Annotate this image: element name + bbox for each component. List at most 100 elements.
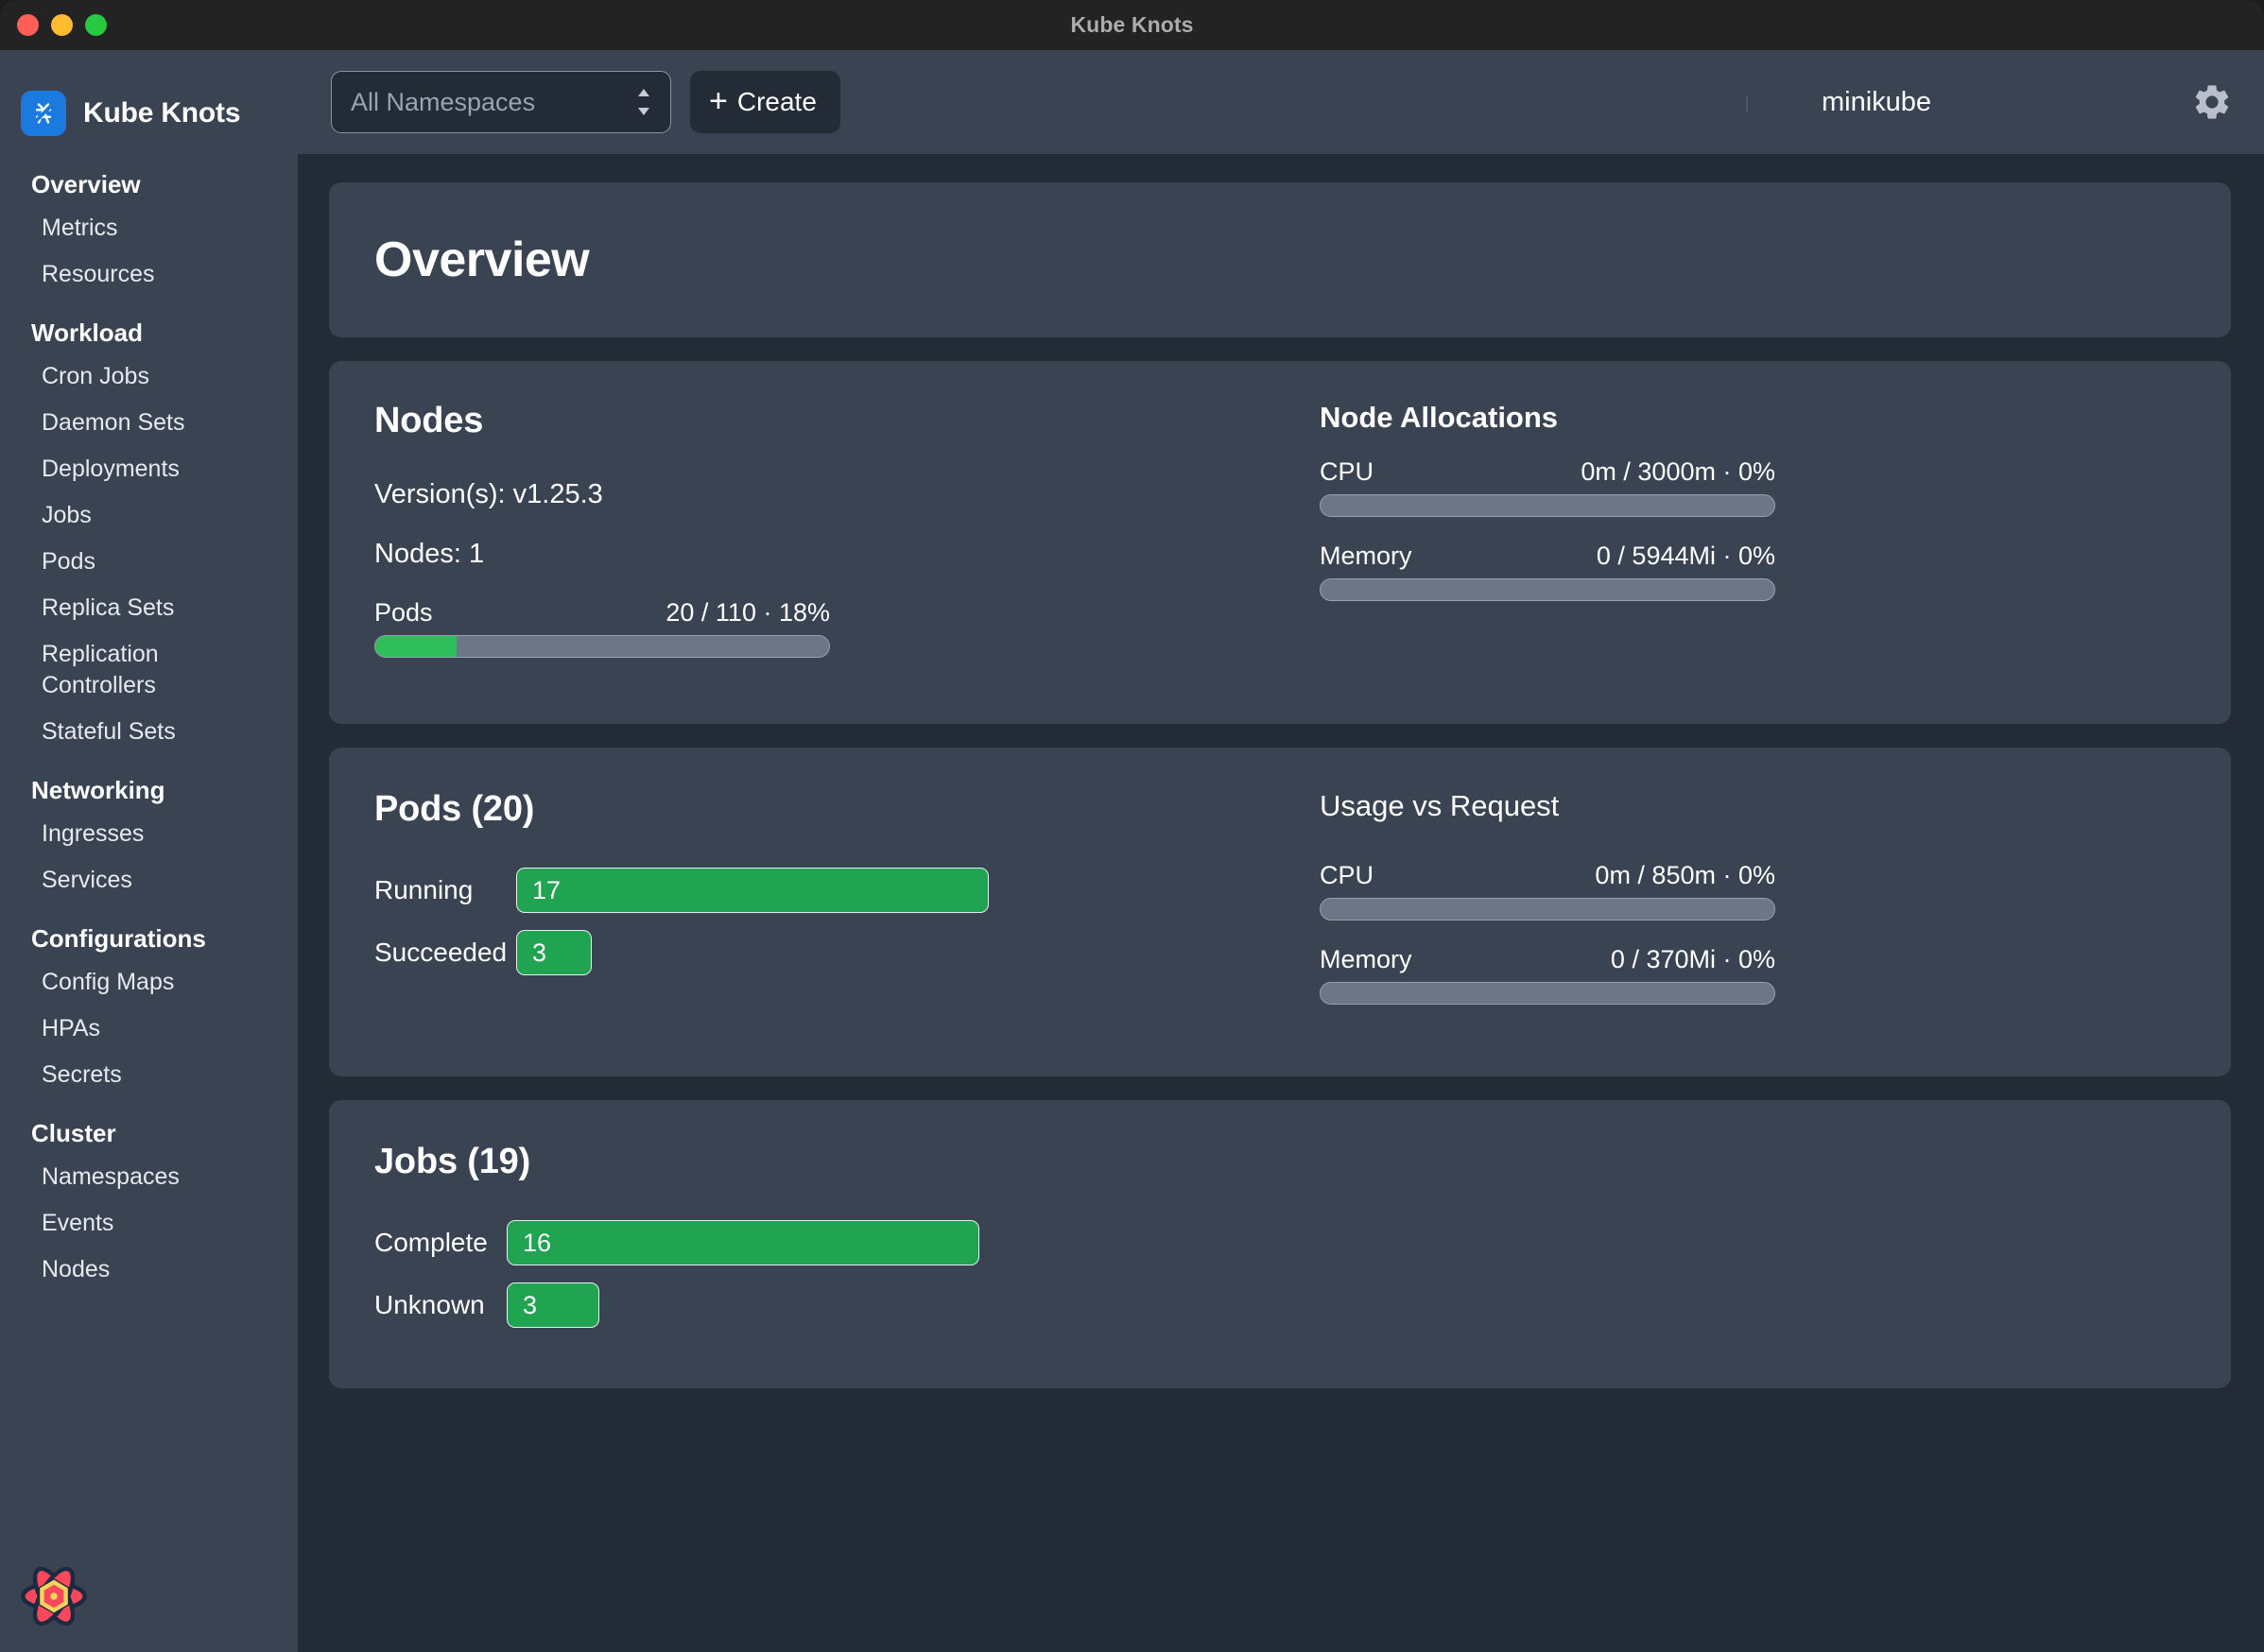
minimize-button[interactable]: [51, 14, 73, 36]
nodes-versions-line: Version(s): v1.25.3: [374, 479, 1282, 510]
page-title: Overview: [374, 232, 589, 288]
jobs-status-complete-label: Complete: [374, 1228, 507, 1258]
title-bar: Kube Knots: [0, 0, 2264, 50]
nodes-card-title: Nodes: [374, 401, 1282, 441]
pods-status-running-count: 17: [532, 876, 561, 905]
pods-capacity-meter-value: 20 / 110 · 18%: [665, 598, 830, 628]
node-allocation-cpu-track: [1320, 494, 1775, 517]
pods-status-running-label: Running: [374, 875, 516, 905]
sidebar-item-services[interactable]: Services: [0, 857, 298, 903]
usage-cpu-meter: CPU 0m / 850m · 0%: [1320, 861, 1775, 921]
nav-group-workload-title: Workload: [0, 318, 298, 353]
usage-memory-label: Memory: [1320, 945, 1412, 974]
sidebar-item-daemon-sets[interactable]: Daemon Sets: [0, 400, 298, 446]
gear-icon[interactable]: [2190, 80, 2234, 124]
jobs-status-unknown-count: 3: [523, 1291, 537, 1320]
usage-vs-request-section: Usage vs Request CPU 0m / 850m · 0%: [1282, 789, 2186, 1029]
brand-name: Kube Knots: [83, 97, 240, 129]
chevron-up-down-icon: [634, 86, 653, 118]
pods-status-running-bar[interactable]: 17: [516, 868, 989, 913]
window-controls: [17, 0, 107, 50]
nav-group-networking-title: Networking: [0, 776, 298, 811]
sidebar-item-replication-controllers[interactable]: Replication Controllers: [0, 631, 298, 709]
jobs-status-unknown-row: Unknown 3: [374, 1282, 1282, 1328]
sidebar-item-hpas[interactable]: HPAs: [0, 1006, 298, 1052]
toolbar-divider: [1746, 95, 1748, 112]
jobs-status-unknown-label: Unknown: [374, 1290, 507, 1320]
sidebar-item-pods[interactable]: Pods: [0, 539, 298, 585]
usage-memory-value: 0 / 370Mi · 0%: [1611, 945, 1775, 974]
node-allocations-section: Node Allocations CPU 0m / 3000m · 0%: [1282, 401, 2186, 682]
pods-capacity-meter-fill: [375, 636, 457, 657]
pods-capacity-meter-track: [374, 635, 830, 658]
jobs-status-complete-row: Complete 16: [374, 1220, 1282, 1265]
jobs-card-left: Jobs (19) Complete 16 Unknown 3: [374, 1142, 1282, 1345]
sidebar-item-events[interactable]: Events: [0, 1200, 298, 1247]
usage-cpu-track: [1320, 898, 1775, 921]
node-allocations-title: Node Allocations: [1320, 401, 2186, 435]
node-allocation-memory-label: Memory: [1320, 542, 1412, 571]
sidebar: Kube Knots Overview Metrics Resources Wo…: [0, 50, 298, 1652]
pods-status-succeeded-label: Succeeded: [374, 938, 516, 968]
jobs-card: Jobs (19) Complete 16 Unknown 3: [329, 1100, 2231, 1388]
close-button[interactable]: [17, 14, 39, 36]
plus-icon: +: [709, 85, 728, 117]
kube-knots-logo-icon: [21, 91, 66, 136]
pods-card: Pods (20) Running 17 Succeeded 3: [329, 748, 2231, 1076]
sidebar-item-deployments[interactable]: Deployments: [0, 446, 298, 492]
app-body: Kube Knots Overview Metrics Resources Wo…: [0, 50, 2264, 1652]
pods-card-left: Pods (20) Running 17 Succeeded 3: [374, 789, 1282, 1029]
sidebar-item-secrets[interactable]: Secrets: [0, 1052, 298, 1098]
sidebar-item-cron-jobs[interactable]: Cron Jobs: [0, 353, 298, 400]
pods-capacity-meter: Pods 20 / 110 · 18%: [374, 598, 830, 658]
node-allocation-cpu-value: 0m / 3000m · 0%: [1581, 457, 1775, 487]
pods-status-succeeded-bar[interactable]: 3: [516, 930, 592, 975]
nodes-count-line: Nodes: 1: [374, 539, 1282, 570]
jobs-card-right: [1282, 1142, 2186, 1345]
sidebar-item-resources[interactable]: Resources: [0, 251, 298, 298]
jobs-status-unknown-bar[interactable]: 3: [507, 1282, 599, 1328]
pods-card-title: Pods (20): [374, 789, 1282, 830]
sidebar-item-ingresses[interactable]: Ingresses: [0, 811, 298, 857]
usage-memory-meter: Memory 0 / 370Mi · 0%: [1320, 945, 1775, 1005]
nodes-card-left: Nodes Version(s): v1.25.3 Nodes: 1 Pods …: [374, 401, 1282, 682]
sidebar-item-metrics[interactable]: Metrics: [0, 205, 298, 251]
create-button[interactable]: + Create: [690, 71, 840, 133]
namespace-select[interactable]: All Namespaces: [331, 71, 671, 133]
jobs-status-complete-bar[interactable]: 16: [507, 1220, 979, 1265]
brand[interactable]: Kube Knots: [0, 50, 298, 142]
sidebar-item-replica-sets[interactable]: Replica Sets: [0, 585, 298, 631]
node-allocation-cpu-meter: CPU 0m / 3000m · 0%: [1320, 457, 1775, 517]
create-button-label: Create: [737, 87, 817, 117]
node-allocation-cpu-label: CPU: [1320, 457, 1374, 487]
nav-group-configurations-title: Configurations: [0, 924, 298, 959]
jobs-card-title: Jobs (19): [374, 1142, 1282, 1182]
nodes-card: Nodes Version(s): v1.25.3 Nodes: 1 Pods …: [329, 361, 2231, 724]
react-atom-logo-icon: [19, 1561, 89, 1631]
sidebar-nav: Overview Metrics Resources Workload Cron…: [0, 170, 298, 1293]
jobs-status-complete-count: 16: [523, 1229, 551, 1258]
sidebar-item-stateful-sets[interactable]: Stateful Sets: [0, 709, 298, 755]
sidebar-item-nodes[interactable]: Nodes: [0, 1247, 298, 1293]
nav-group-overview-title: Overview: [0, 170, 298, 205]
sidebar-item-namespaces[interactable]: Namespaces: [0, 1154, 298, 1200]
node-allocation-memory-meter: Memory 0 / 5944Mi · 0%: [1320, 542, 1775, 601]
cluster-name: minikube: [1822, 87, 1931, 118]
nav-group-cluster-title: Cluster: [0, 1119, 298, 1154]
usage-vs-request-title: Usage vs Request: [1320, 789, 2186, 823]
pods-capacity-meter-label: Pods: [374, 598, 433, 628]
pods-status-succeeded-row: Succeeded 3: [374, 930, 1282, 975]
main-area: All Namespaces + Create minikube: [298, 50, 2264, 1652]
top-toolbar: All Namespaces + Create minikube: [298, 50, 2264, 154]
app-window: Kube Knots Kube Knots: [0, 0, 2264, 1652]
window-title: Kube Knots: [1070, 12, 1193, 38]
pods-status-running-row: Running 17: [374, 868, 1282, 913]
content-region: Overview Nodes Version(s): v1.25.3 Nodes…: [298, 154, 2264, 1652]
usage-memory-track: [1320, 982, 1775, 1005]
node-allocation-memory-track: [1320, 578, 1775, 601]
zoom-button[interactable]: [85, 14, 107, 36]
sidebar-item-config-maps[interactable]: Config Maps: [0, 959, 298, 1006]
sidebar-item-jobs[interactable]: Jobs: [0, 492, 298, 539]
pods-status-succeeded-count: 3: [532, 938, 546, 968]
usage-cpu-label: CPU: [1320, 861, 1374, 890]
